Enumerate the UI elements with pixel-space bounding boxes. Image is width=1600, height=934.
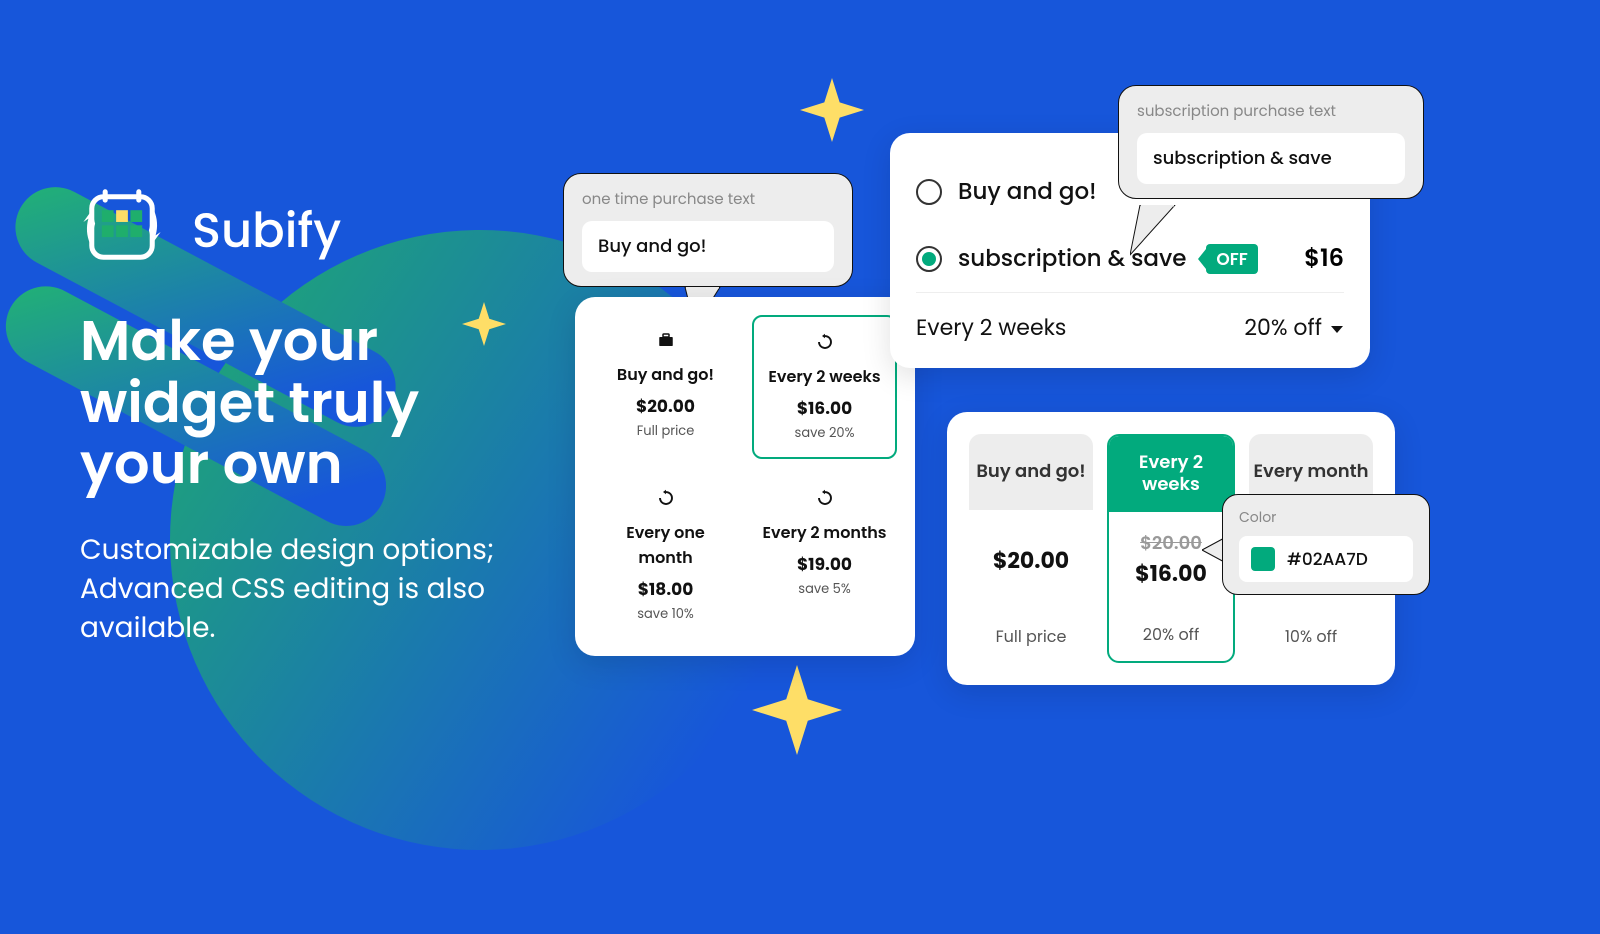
brand-name: Subify [192, 195, 341, 267]
refresh-icon [657, 489, 675, 514]
column-header: Every 2 weeks [1109, 436, 1233, 512]
color-picker-popover: Color #02AA7D [1222, 494, 1430, 595]
tile-price: $19.00 [760, 551, 889, 577]
subscription-text-input[interactable]: subscription & save [1137, 133, 1405, 184]
tile-subtitle: Full price [601, 421, 730, 441]
input-label: one time purchase text [582, 188, 834, 211]
radio-icon [916, 179, 942, 205]
logo-row: Subify [80, 185, 341, 276]
plan-tile[interactable]: Every one month $18.00 save 10% [593, 473, 738, 638]
column-footer: 10% off [1249, 610, 1373, 663]
chevron-down-icon [1330, 311, 1344, 344]
plan-tile[interactable]: Every 2 months $19.00 save 5% [752, 473, 897, 638]
column-footer: Full price [969, 610, 1093, 663]
refresh-icon [816, 489, 834, 514]
plan-tile[interactable]: Buy and go! $20.00 Full price [593, 315, 738, 459]
tile-subtitle: save 20% [762, 423, 887, 443]
color-input[interactable]: #02AA7D [1239, 536, 1413, 582]
hero-headline: Make your widget truly your own [80, 310, 540, 495]
tile-price: $16.00 [762, 395, 887, 421]
frequency-selector[interactable]: Every 2 weeks 20% off [916, 292, 1344, 350]
column-header: Buy and go! [969, 434, 1093, 510]
frequency-label: Every 2 weeks [916, 311, 1066, 344]
input-label: subscription purchase text [1137, 100, 1405, 123]
subscription-text-editor: subscription purchase text subscription … [1118, 85, 1424, 199]
color-label: Color [1239, 507, 1413, 528]
radio-icon [916, 246, 942, 272]
sparkle-icon [800, 78, 864, 142]
tile-title: Buy and go! [601, 362, 730, 387]
tile-subtitle: save 10% [601, 604, 730, 624]
frequency-discount: 20% off [1244, 311, 1322, 344]
refresh-icon [816, 333, 834, 358]
column-footer: 20% off [1109, 608, 1233, 661]
sparkle-icon [752, 665, 842, 755]
tile-title: Every 2 months [760, 520, 889, 545]
bubble-tail [1130, 205, 1180, 265]
one-time-text-input[interactable]: Buy and go! [582, 221, 834, 272]
one-time-text-editor: one time purchase text Buy and go! [563, 173, 853, 287]
tile-price: $18.00 [601, 576, 730, 602]
briefcase-icon [601, 331, 730, 356]
color-swatch [1251, 547, 1275, 571]
tile-subtitle: save 5% [760, 579, 889, 599]
discount-tag: OFF [1206, 244, 1257, 274]
plan-tile[interactable]: Every 2 weeks $16.00 save 20% [752, 315, 897, 459]
color-hex-value: #02AA7D [1287, 546, 1368, 572]
column-price: $20.00 [973, 544, 1089, 577]
plan-column[interactable]: Buy and go! $20.00 Full price [969, 434, 1093, 663]
tile-price: $20.00 [601, 393, 730, 419]
subify-logo-icon [80, 185, 164, 276]
widget-grid-preview: Buy and go! $20.00 Full price Every 2 we… [575, 297, 915, 656]
tile-title: Every one month [601, 520, 730, 570]
tile-title: Every 2 weeks [762, 364, 887, 389]
radio-label: Buy and go! [958, 175, 1097, 209]
hero-subtext: Customizable design options; Advanced CS… [80, 530, 520, 648]
plan-price: $16 [1304, 241, 1344, 276]
